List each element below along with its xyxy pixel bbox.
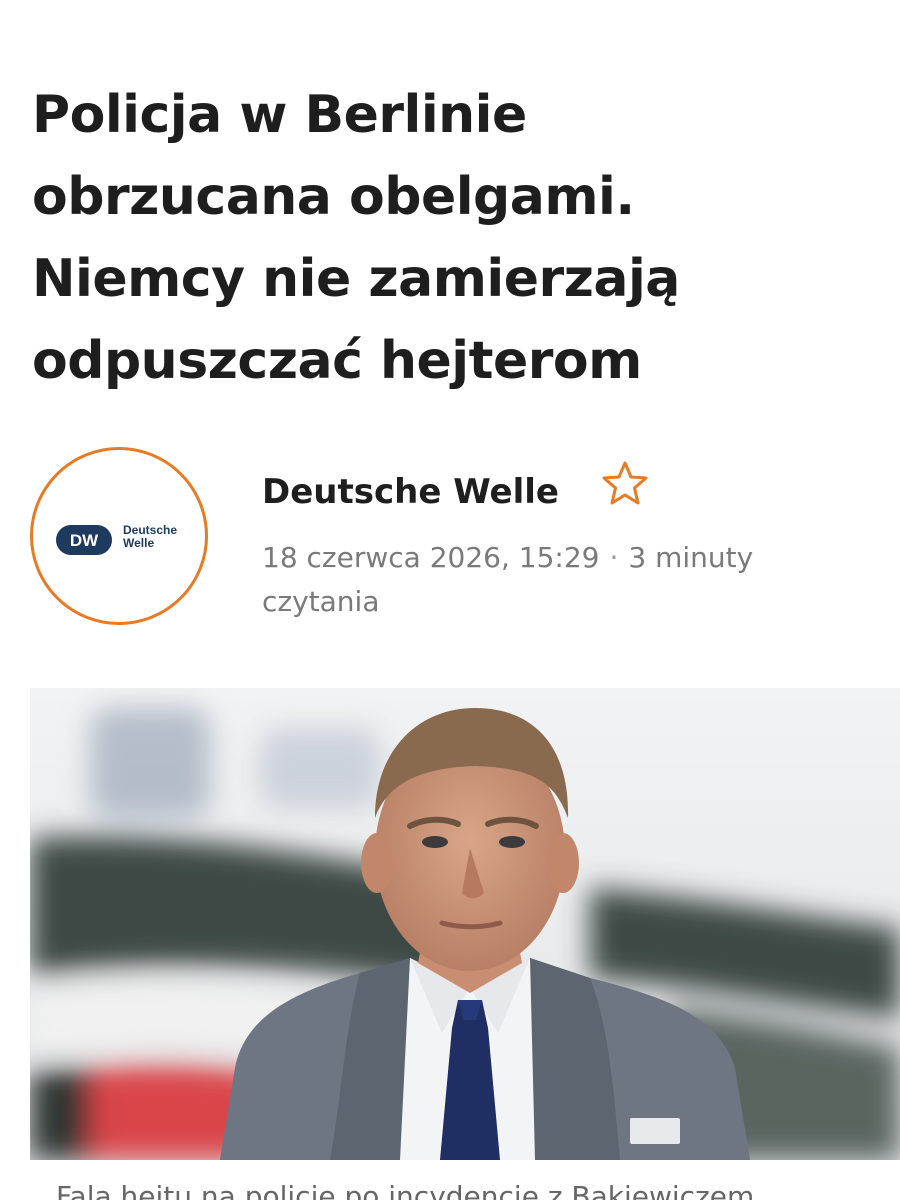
hero-image[interactable] (30, 688, 900, 1160)
meta-separator: · (609, 541, 619, 574)
author-avatar[interactable]: DW Deutsche Welle (30, 447, 208, 625)
star-outline-icon[interactable] (598, 458, 652, 508)
hero-photo-illustration (30, 688, 900, 1160)
dw-logo-wordmark: Deutsche Welle (123, 523, 178, 550)
article-meta: 18 czerwca 2026, 15:29 · 3 minuty czytania (262, 536, 862, 624)
publish-date: 18 czerwca 2026, 15:29 (262, 541, 600, 574)
dw-logo-icon: DW (56, 525, 112, 555)
article-headline: Policja w Berlinie obrzucana obelgami. N… (32, 85, 680, 391)
hero-image-caption: Fala hejtu na policję po incydencie z Bą… (56, 1180, 755, 1200)
author-name-link[interactable]: Deutsche Welle (262, 470, 559, 514)
svg-text:DW: DW (70, 531, 99, 550)
